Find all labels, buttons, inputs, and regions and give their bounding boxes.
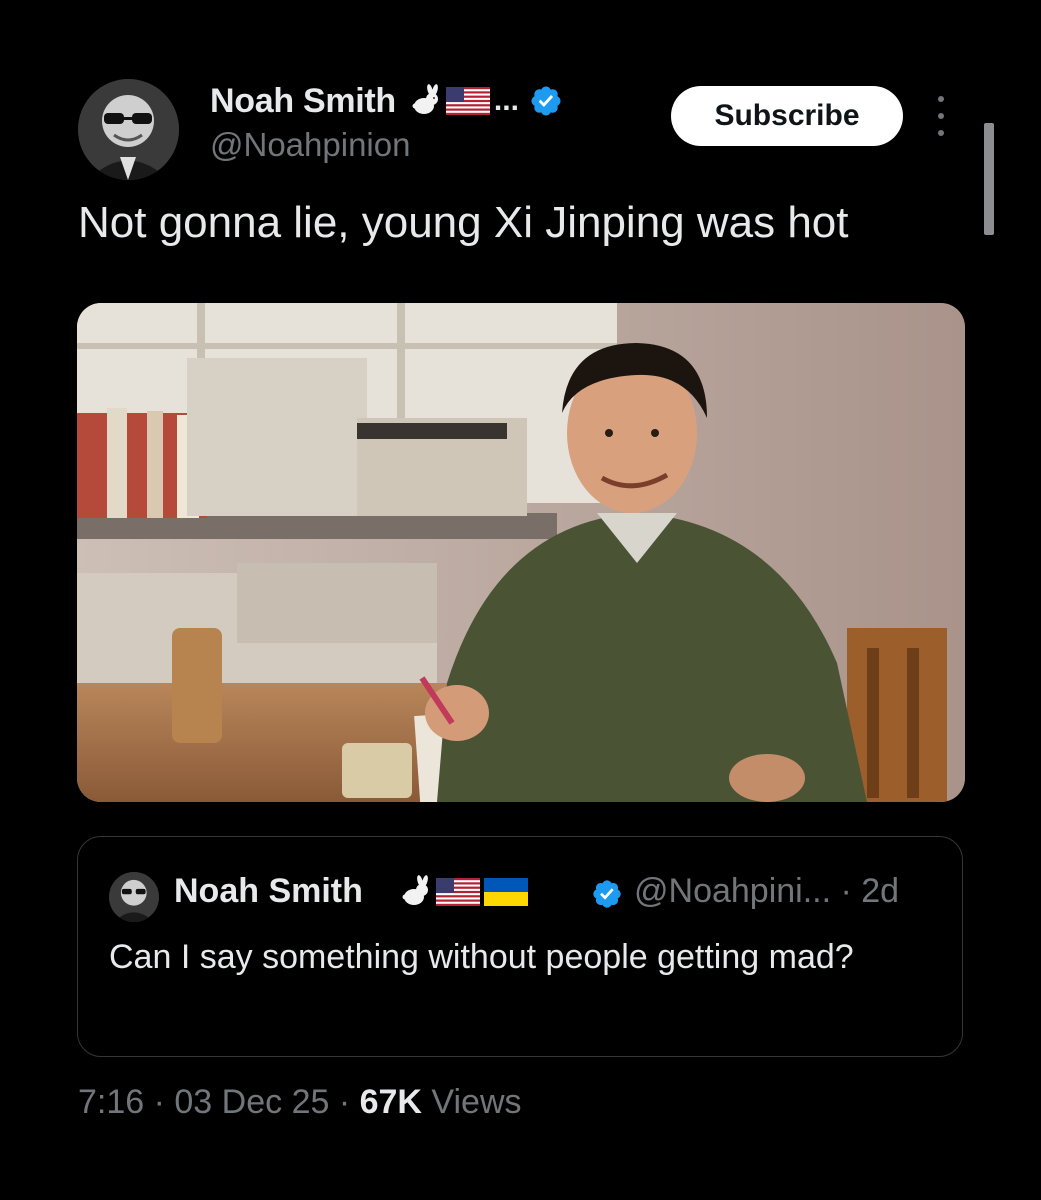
quoted-verified-badge-icon bbox=[591, 878, 623, 915]
subscribe-button[interactable]: Subscribe bbox=[671, 86, 903, 146]
views-count: 67K bbox=[359, 1083, 422, 1121]
name-truncation: ... bbox=[493, 84, 519, 117]
author-display-name[interactable]: Noah Smith bbox=[210, 82, 396, 121]
author-avatar[interactable] bbox=[78, 79, 179, 180]
verified-badge-icon bbox=[529, 84, 563, 118]
tweet-photo[interactable] bbox=[77, 303, 965, 802]
rabbit-emoji-icon bbox=[412, 84, 438, 114]
quoted-tweet-text: Can I say something without people getti… bbox=[109, 938, 854, 976]
scrollbar-thumb[interactable] bbox=[984, 123, 994, 235]
tweet-meta: 7:16 · 03 Dec 25 · 67K Views bbox=[78, 1083, 522, 1122]
us-flag-icon bbox=[445, 87, 490, 115]
tweet-timestamp[interactable]: 7:16 · 03 Dec 25 · bbox=[78, 1083, 360, 1121]
more-options-icon[interactable] bbox=[928, 96, 954, 136]
author-handle[interactable]: @Noahpinion bbox=[210, 126, 410, 164]
quoted-handle-time[interactable]: @Noahpini... · 2d bbox=[634, 872, 899, 911]
ukraine-flag-icon bbox=[484, 878, 528, 906]
author-name-row[interactable]: Noah Smith ... bbox=[210, 78, 563, 124]
quoted-tweet[interactable]: Noah Smith @Noahpini... · 2d Can I say s… bbox=[77, 836, 963, 1057]
rabbit-emoji-icon bbox=[402, 875, 428, 905]
views-label: Views bbox=[421, 1083, 522, 1121]
us-flag-icon bbox=[436, 878, 480, 906]
tweet-text: Not gonna lie, young Xi Jinping was hot bbox=[78, 198, 849, 247]
quoted-display-name[interactable]: Noah Smith bbox=[174, 872, 363, 911]
quoted-author-avatar[interactable] bbox=[109, 872, 159, 922]
